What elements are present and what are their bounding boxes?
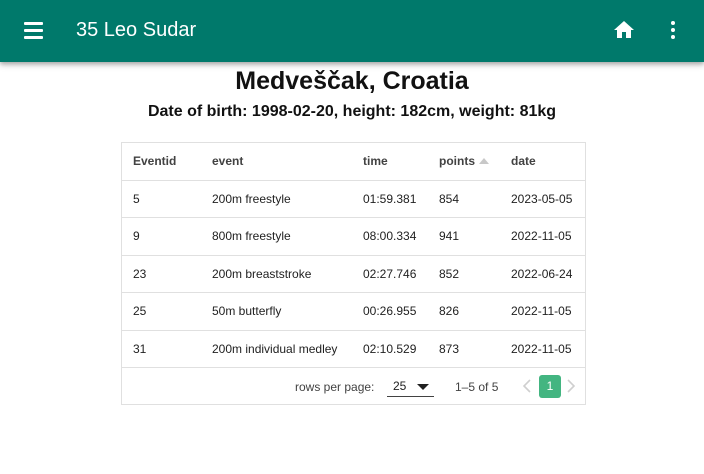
- cell-time: 02:27.746: [352, 255, 428, 293]
- table-header-row: Eventid event time points date: [122, 143, 585, 181]
- table-row: 23 200m breaststroke 02:27.746 852 2022-…: [122, 255, 585, 293]
- cell-event: 50m butterfly: [201, 292, 352, 331]
- cell-points: 873: [428, 330, 500, 368]
- chevron-left-icon[interactable]: [521, 378, 533, 394]
- table-row: 9 800m freestyle 08:00.334 941 2022-11-0…: [122, 217, 585, 256]
- cell-date: 2022-11-05: [500, 292, 585, 331]
- home-icon[interactable]: [612, 18, 636, 42]
- chevron-right-icon[interactable]: [565, 378, 577, 394]
- cell-time: 00:26.955: [352, 292, 428, 331]
- cell-points: 852: [428, 255, 500, 293]
- table-row: 31 200m individual medley 02:10.529 873 …: [122, 330, 585, 368]
- cell-eventid: 25: [122, 292, 201, 331]
- cell-eventid: 5: [122, 180, 201, 218]
- cell-eventid: 9: [122, 217, 201, 256]
- cell-date: 2022-11-05: [500, 217, 585, 256]
- menu-icon[interactable]: [22, 19, 46, 43]
- table-row: 5 200m freestyle 01:59.381 854 2023-05-0…: [122, 180, 585, 218]
- cell-eventid: 23: [122, 255, 201, 293]
- cell-points: 854: [428, 180, 500, 218]
- pagination-range: 1–5 of 5: [455, 380, 499, 394]
- cell-time: 08:00.334: [352, 217, 428, 256]
- rows-per-page-select[interactable]: 25: [387, 375, 434, 397]
- page-title: Medveščak, Croatia: [235, 67, 469, 95]
- rows-per-page-label: rows per page:: [295, 380, 375, 394]
- chevron-down-icon: [417, 384, 429, 390]
- cell-points: 941: [428, 217, 500, 256]
- app-bar: 35 Leo Sudar: [0, 0, 704, 62]
- page-button-current[interactable]: 1: [539, 375, 561, 398]
- table-row: 25 50m butterfly 00:26.955 826 2022-11-0…: [122, 292, 585, 331]
- cell-time: 01:59.381: [352, 180, 428, 218]
- cell-event: 200m individual medley: [201, 330, 352, 368]
- athlete-details: Date of birth: 1998-02-20, height: 182cm…: [147, 103, 557, 120]
- cell-event: 200m freestyle: [201, 180, 352, 218]
- column-header-eventid[interactable]: Eventid: [122, 143, 201, 181]
- cell-event: 800m freestyle: [201, 217, 352, 256]
- sort-ascending-icon[interactable]: [479, 158, 489, 165]
- results-table: Eventid event time points date 5 200m fr…: [122, 143, 585, 368]
- cell-points: 826: [428, 292, 500, 331]
- cell-date: 2022-06-24: [500, 255, 585, 293]
- cell-date: 2022-11-05: [500, 330, 585, 368]
- cell-eventid: 31: [122, 330, 201, 368]
- more-vert-icon[interactable]: [661, 18, 685, 42]
- cell-date: 2023-05-05: [500, 180, 585, 218]
- cell-event: 200m breaststroke: [201, 255, 352, 293]
- rows-per-page-value: 25: [393, 379, 407, 393]
- column-header-date[interactable]: date: [500, 143, 585, 181]
- results-table-card: Eventid event time points date 5 200m fr…: [121, 142, 586, 405]
- app-title: 35 Leo Sudar: [76, 19, 197, 41]
- column-header-points[interactable]: points: [428, 143, 500, 181]
- table-footer: rows per page: 25 1–5 of 5 1: [122, 368, 585, 405]
- cell-time: 02:10.529: [352, 330, 428, 368]
- column-header-time[interactable]: time: [352, 143, 428, 181]
- column-header-event[interactable]: event: [201, 143, 352, 181]
